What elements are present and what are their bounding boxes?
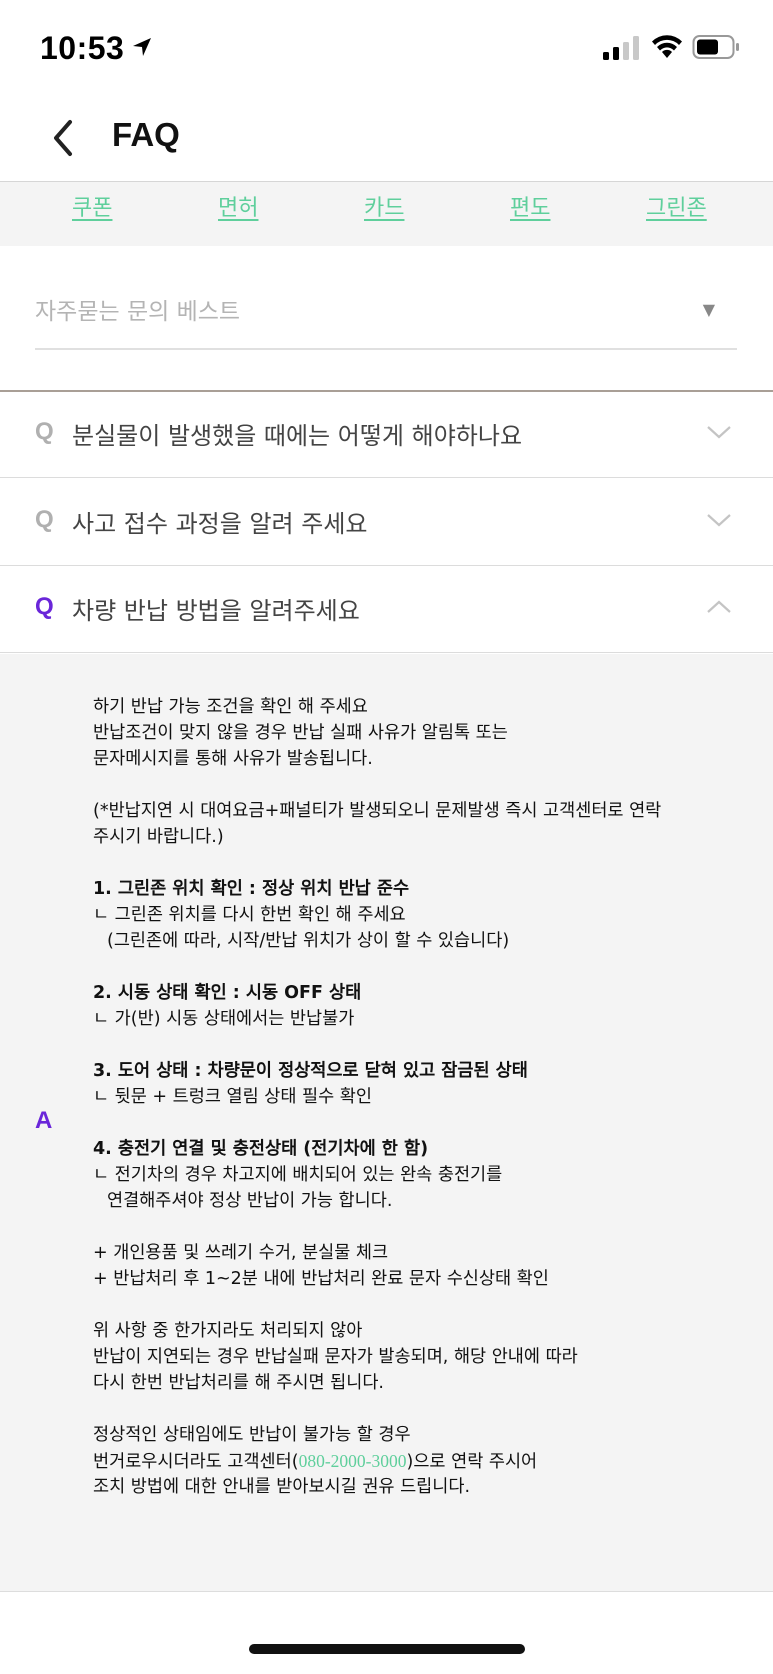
answer-marker: A xyxy=(35,1107,53,1134)
answer-section-title: 2. 시동 상태 확인 : 시동 OFF 상태 xyxy=(93,983,362,1003)
category-card[interactable]: 카드 xyxy=(364,190,404,222)
answer-section-title: 3. 도어 상태 : 차량문이 정상적으로 닫혀 있고 잠금된 상태 xyxy=(93,1061,528,1081)
answer-line: 정상적인 상태임에도 반납이 불가능 할 경우 xyxy=(93,1425,411,1445)
answer-line: + 반납처리 후 1~2분 내에 반납처리 완료 문자 수신상태 확인 xyxy=(93,1269,549,1289)
answer-line: 하기 반납 가능 조건을 확인 해 주세요 xyxy=(93,697,368,717)
contact-text-post: )으로 연락 주시어 xyxy=(406,1452,538,1472)
answer-line: ㄴ 전기차의 경우 차고지에 배치되어 있는 완속 충전기를 xyxy=(93,1165,503,1185)
question-marker: Q xyxy=(35,506,54,533)
question-marker: Q xyxy=(35,418,54,445)
page-title: FAQ xyxy=(112,116,180,153)
category-coupon[interactable]: 쿠폰 xyxy=(72,190,112,222)
answer-line: ㄴ 가(반) 시동 상태에서는 반납불가 xyxy=(93,1009,355,1029)
category-oneway[interactable]: 편도 xyxy=(510,190,550,222)
answer-line: 문자메시지를 통해 사유가 발송됩니다. xyxy=(93,749,373,769)
customer-center-phone[interactable]: 080-2000-3000 xyxy=(299,1451,407,1471)
answer-body: 하기 반납 가능 조건을 확인 해 주세요 반납조건이 맞지 않을 경우 반납 … xyxy=(93,694,763,1500)
faq-category-select[interactable]: 자주묻는 문의 베스트 ▼ xyxy=(35,292,737,350)
cellular-signal-icon xyxy=(603,36,639,60)
battery-icon xyxy=(692,35,739,59)
answer-line: 다시 한번 반납처리를 해 주시면 됩니다. xyxy=(93,1373,384,1393)
answer-section-title: 4. 충전기 연결 및 충전상태 (전기차에 한 함) xyxy=(93,1139,429,1159)
wifi-icon xyxy=(652,35,682,58)
answer-line: 번거로우시더라도 고객센터(080-2000-3000)으로 연락 주시어 xyxy=(93,1448,763,1474)
answer-line: 반납조건이 맞지 않을 경우 반납 실패 사유가 알림톡 또는 xyxy=(93,723,508,743)
app-header: FAQ xyxy=(0,96,773,182)
chevron-up-icon xyxy=(707,600,731,613)
chevron-down-icon xyxy=(707,514,731,527)
chevron-down-icon xyxy=(707,426,731,439)
faq-item-vehicle-return[interactable]: Q 차량 반납 방법을 알려주세요 xyxy=(0,567,773,653)
answer-line: 조치 방법에 대한 안내를 받아보시길 권유 드립니다. xyxy=(93,1477,471,1497)
dropdown-triangle-icon: ▼ xyxy=(702,300,715,319)
category-greenzone[interactable]: 그린존 xyxy=(646,190,707,222)
back-chevron-icon[interactable] xyxy=(48,118,78,158)
answer-line: (그린존에 따라, 시작/반납 위치가 상이 할 수 있습니다) xyxy=(107,931,510,951)
answer-line: 연결해주셔야 정상 반납이 가능 합니다. xyxy=(107,1191,393,1211)
answer-line: (*반납지연 시 대여요금+패널티가 발생되오니 문제발생 즉시 고객센터로 연… xyxy=(93,801,662,821)
faq-question: 차량 반납 방법을 알려주세요 xyxy=(72,597,360,625)
faq-question: 분실물이 발생했을 때에는 어떻게 해야하나요 xyxy=(72,422,523,450)
faq-item-accident-report[interactable]: Q 사고 접수 과정을 알려 주세요 xyxy=(0,480,773,566)
question-marker: Q xyxy=(35,593,54,620)
answer-line: 반납이 지연되는 경우 반납실패 문자가 발송되며, 해당 안내에 따라 xyxy=(93,1347,578,1367)
answer-line: ㄴ 그린존 위치를 다시 한번 확인 해 주세요 xyxy=(93,905,406,925)
location-arrow-icon xyxy=(133,38,151,56)
answer-line: 위 사항 중 한가지라도 처리되지 않아 xyxy=(93,1321,363,1341)
status-time: 10:53 xyxy=(40,30,125,66)
category-tabs: 쿠폰 면허 카드 편도 그린존 xyxy=(0,182,773,246)
faq-question: 사고 접수 과정을 알려 주세요 xyxy=(72,510,368,538)
faq-answer-panel: A 하기 반납 가능 조건을 확인 해 주세요 반납조건이 맞지 않을 경우 반… xyxy=(0,654,773,1592)
answer-line: ㄴ 뒷문 + 트렁크 열림 상태 필수 확인 xyxy=(93,1087,373,1107)
status-bar: 10:53 xyxy=(0,0,773,96)
category-license[interactable]: 면허 xyxy=(218,190,258,222)
answer-line: 주시기 바랍니다.) xyxy=(93,827,224,847)
answer-section-title: 1. 그린존 위치 확인 : 정상 위치 반납 준수 xyxy=(93,879,410,899)
answer-line: + 개인용품 및 쓰레기 수거, 분실물 체크 xyxy=(93,1243,389,1263)
home-indicator[interactable] xyxy=(249,1644,525,1654)
faq-item-lost-items[interactable]: Q 분실물이 발생했을 때에는 어떻게 해야하나요 xyxy=(0,392,773,478)
select-value: 자주묻는 문의 베스트 xyxy=(35,299,241,325)
contact-text-pre: 번거로우시더라도 고객센터( xyxy=(93,1452,299,1472)
